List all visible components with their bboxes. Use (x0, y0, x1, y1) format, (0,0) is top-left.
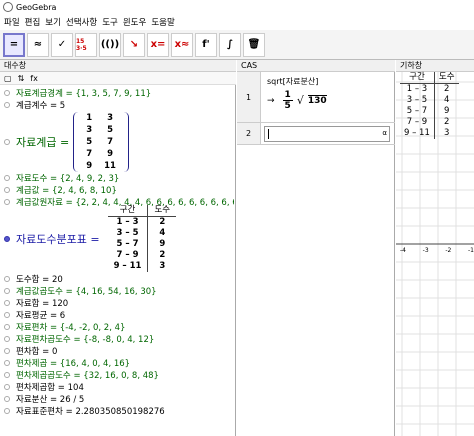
visibility-toggle[interactable] (4, 396, 10, 402)
algebra-item[interactable]: 자료계급경계 = {1, 3, 5, 7, 9, 11} (4, 87, 151, 99)
geogebra-logo-icon (3, 2, 13, 12)
check-tool-button[interactable]: ✓ (51, 32, 73, 57)
visibility-toggle[interactable] (4, 276, 10, 282)
algebra-item[interactable]: 편차제곱곱도수 = {32, 16, 0, 8, 48} (4, 369, 159, 381)
window-title: GeoGebra (16, 2, 57, 12)
menu-window[interactable]: 윈도우 (123, 16, 146, 28)
nsolve-tool-button[interactable]: x≈ (171, 32, 193, 57)
menu-view[interactable]: 보기 (45, 16, 61, 28)
substitute-tool-button[interactable]: ↘ (123, 32, 145, 57)
menu-options[interactable]: 선택사항 (66, 16, 97, 28)
cas-row-1[interactable]: 1 sqrt[자료분산] → 1 5 √ 130 (237, 72, 395, 123)
menu-file[interactable]: 파일 (4, 16, 20, 28)
auxiliary-objects-icon[interactable]: ▢ (4, 74, 12, 83)
algebra-item[interactable]: 편차제곱합 = 104 (4, 381, 84, 393)
equal-tool-button[interactable]: = (3, 32, 25, 57)
visibility-toggle[interactable] (4, 408, 10, 414)
matrix: 13 35 57 79 9 11 (73, 112, 129, 172)
algebra-item-table[interactable]: 자료도수분포표 = 구간 도수 1 – 32 3 – 54 5 – 79 7 – … (4, 205, 177, 272)
algebra-item[interactable]: 편차제곱 = {16, 4, 0, 4, 16} (4, 357, 130, 369)
cas-row-2[interactable]: 2 α (237, 123, 395, 145)
approx-tool-button[interactable]: ≈ (27, 32, 49, 57)
graphics-view: 기하창 -4 -3 -2 -1 구간 도수 1 – 32 3 – 54 5 – 79 7… (396, 60, 474, 436)
algebra-item[interactable]: 자료분산 = 26 / 5 (4, 393, 84, 405)
visibility-toggle[interactable] (4, 324, 10, 330)
visibility-toggle[interactable] (4, 102, 10, 108)
visibility-toggle[interactable] (4, 90, 10, 96)
visibility-toggle[interactable] (4, 300, 10, 306)
algebra-item[interactable]: 계급값 = {2, 4, 6, 8, 10} (4, 184, 117, 196)
visibility-toggle[interactable] (4, 384, 10, 390)
cas-row-number[interactable]: 1 (237, 72, 261, 122)
visibility-toggle[interactable] (4, 235, 10, 242)
cas-input-field[interactable]: α (264, 126, 390, 142)
visibility-toggle[interactable] (4, 348, 10, 354)
visibility-toggle[interactable] (4, 336, 10, 342)
frequency-table-graphic[interactable]: 구간 도수 1 – 32 3 – 54 5 – 79 7 – 92 9 – 11 3 (400, 72, 459, 139)
symbol-keyboard-icon[interactable]: α (382, 129, 387, 137)
cas-view-header: CAS (237, 60, 395, 72)
algebra-item[interactable]: 도수합 = 20 (4, 273, 63, 285)
derivative-tool-button[interactable]: f' (195, 32, 217, 57)
delete-tool-button[interactable]: 🗑 (243, 32, 265, 57)
algebra-item[interactable]: 자료평균 = 6 (4, 309, 65, 321)
toolbar: = ≈ ✓ 15 3·5 (()) ↘ x= x≈ f' ∫ 🗑 (0, 30, 474, 60)
visibility-toggle[interactable] (4, 187, 10, 193)
algebra-view: 대수창 ▢ ⇅ fx 자료계급경계 = {1, 3, 5, 7, 9, 11} … (0, 60, 236, 436)
algebra-item[interactable]: 자료합 = 120 (4, 297, 68, 309)
algebra-item-matrix[interactable]: 자료계급 = 13 35 57 79 9 11 (4, 112, 129, 172)
menu-help[interactable]: 도움말 (151, 16, 174, 28)
algebra-item[interactable]: 자료편차곱도수 = {-8, -8, 0, 4, 12} (4, 333, 154, 345)
menu-edit[interactable]: 편집 (25, 16, 41, 28)
algebra-item[interactable]: 계급계수 = 5 (4, 99, 65, 111)
menu-tools[interactable]: 도구 (102, 16, 118, 28)
visibility-toggle[interactable] (4, 372, 10, 378)
cas-output: → 1 5 √ 130 (267, 90, 327, 111)
algebra-view-header: 대수창 (0, 60, 236, 72)
graphics-view-header: 기하창 (396, 60, 474, 72)
title-bar: GeoGebra (0, 0, 474, 14)
frequency-table: 구간 도수 1 – 32 3 – 54 5 – 79 7 – 92 9 – 11 3 (107, 205, 177, 272)
expand-tool-button[interactable]: (()) (99, 32, 121, 57)
graphics-view-title: 기하창 (400, 61, 423, 70)
visibility-toggle[interactable] (4, 360, 10, 366)
cas-view-title: CAS (241, 61, 258, 70)
algebra-item[interactable]: 계급값곱도수 = {4, 16, 54, 16, 30} (4, 285, 157, 297)
integral-tool-button[interactable]: ∫ (219, 32, 241, 57)
algebra-item[interactable]: 자료편차 = {-4, -2, 0, 2, 4} (4, 321, 125, 333)
cas-view: CAS 1 sqrt[자료분산] → 1 5 √ 130 2 α (237, 60, 395, 436)
visibility-toggle[interactable] (4, 175, 10, 181)
algebra-item[interactable]: 자료표준편차 = 2.280350850198276 (4, 405, 165, 417)
algebra-item[interactable]: 자료도수 = {2, 4, 9, 2, 3} (4, 172, 119, 184)
cas-input[interactable]: sqrt[자료분산] (267, 76, 318, 87)
visibility-toggle[interactable] (4, 139, 10, 145)
sort-icon[interactable]: ⇅ (18, 74, 25, 83)
x-axis-tick-labels: -4 -3 -2 -1 (400, 247, 474, 254)
factor-tool-button[interactable]: 15 3·5 (75, 32, 97, 57)
algebra-item[interactable]: 편차합 = 0 (4, 345, 57, 357)
algebra-view-title: 대수창 (4, 61, 27, 70)
visibility-toggle[interactable] (4, 288, 10, 294)
visibility-toggle[interactable] (4, 312, 10, 318)
cas-row-number[interactable]: 2 (237, 123, 261, 144)
algebra-subbar: ▢ ⇅ fx (0, 72, 236, 85)
menu-bar: 파일 편집 보기 선택사항 도구 윈도우 도움말 (0, 14, 474, 30)
solve-tool-button[interactable]: x= (147, 32, 169, 57)
description-mode-icon[interactable]: fx (30, 74, 38, 83)
